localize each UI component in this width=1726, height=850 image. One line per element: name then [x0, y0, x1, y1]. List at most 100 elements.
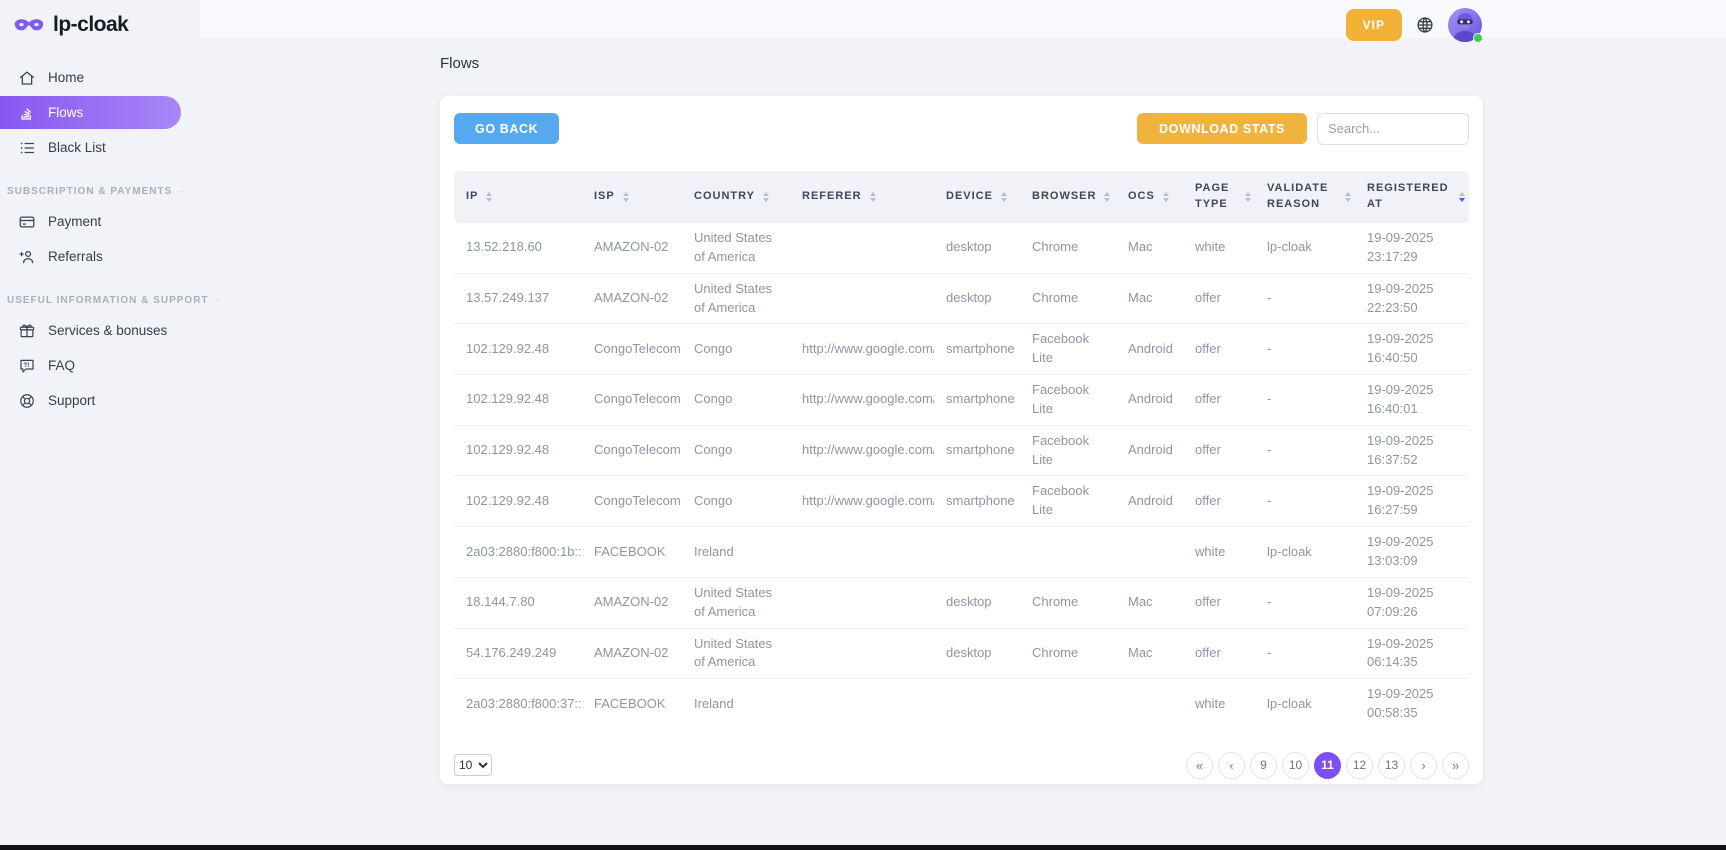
cell-referer: http://www.google.com/: [790, 425, 934, 476]
search-input[interactable]: [1317, 113, 1469, 145]
sort-arrows-icon[interactable]: [1163, 192, 1169, 202]
pagination-last-button[interactable]: »: [1442, 752, 1469, 779]
cell-ip: 102.129.92.48: [454, 375, 582, 426]
cell-browser: Chrome: [1020, 273, 1116, 324]
pagination-next-button[interactable]: ›: [1410, 752, 1437, 779]
sort-arrows-icon[interactable]: [763, 192, 769, 202]
cell-page-type: offer: [1183, 273, 1255, 324]
sidebar-item-payment[interactable]: Payment: [0, 205, 200, 238]
sort-arrows-icon[interactable]: [486, 192, 492, 202]
column-header-validate-reason[interactable]: VALIDATE REASON: [1255, 171, 1355, 223]
column-label: REFERER: [802, 189, 862, 205]
cell-page-type: offer: [1183, 375, 1255, 426]
sidebar-item-support[interactable]: Support: [0, 384, 200, 417]
cell-validate-reason: lp-cloak: [1255, 679, 1355, 729]
card-footer: 10 «‹910111213›»: [454, 752, 1469, 779]
cell-ocs: Mac: [1116, 628, 1183, 679]
pagination-prev-button[interactable]: ‹: [1218, 752, 1245, 779]
cell-country: United States of America: [682, 223, 790, 273]
column-header-page-type[interactable]: PAGE TYPE: [1183, 171, 1255, 223]
cell-device: smartphone: [934, 375, 1020, 426]
sidebar-item-services-bonuses[interactable]: Services & bonuses: [0, 314, 200, 347]
cell-page-type: white: [1183, 679, 1255, 729]
table-row: 18.144.7.80AMAZON-02United States of Ame…: [454, 577, 1469, 628]
cell-registered-at: 19-09-2025 16:37:52: [1355, 425, 1469, 476]
cell-device: smartphone: [934, 425, 1020, 476]
cell-device: smartphone: [934, 476, 1020, 527]
sort-arrows-icon[interactable]: [1245, 192, 1251, 202]
sort-arrows-icon[interactable]: [623, 192, 629, 202]
cell-ocs: Mac: [1116, 273, 1183, 324]
sidebar-item-label: FAQ: [48, 358, 75, 373]
sidebar-item-referrals[interactable]: Referrals: [0, 240, 200, 273]
column-header-ip[interactable]: IP: [454, 171, 582, 223]
sort-arrows-icon[interactable]: [870, 192, 876, 202]
language-globe-button[interactable]: [1415, 15, 1435, 35]
page-size-select[interactable]: 10: [454, 754, 492, 776]
cell-browser: Chrome: [1020, 577, 1116, 628]
sort-arrows-icon[interactable]: [1001, 192, 1007, 202]
cell-browser: Facebook Lite: [1020, 375, 1116, 426]
sidebar-item-black-list[interactable]: Black List: [0, 131, 200, 164]
cell-page-type: offer: [1183, 425, 1255, 476]
cell-registered-at: 19-09-2025 07:09:26: [1355, 577, 1469, 628]
sidebar-item-label: Black List: [48, 140, 106, 155]
flows-icon: [18, 104, 36, 122]
cell-page-type: offer: [1183, 324, 1255, 375]
cell-country: Congo: [682, 425, 790, 476]
cell-ocs: Android: [1116, 324, 1183, 375]
cell-isp: FACEBOOK: [582, 679, 682, 729]
cell-country: Ireland: [682, 527, 790, 578]
pagination-first-button[interactable]: «: [1186, 752, 1213, 779]
pagination-page-11[interactable]: 11: [1314, 752, 1341, 779]
brand-logo[interactable]: lp-cloak: [0, 0, 200, 47]
column-header-device[interactable]: DEVICE: [934, 171, 1020, 223]
cell-page-type: offer: [1183, 577, 1255, 628]
cell-isp: FACEBOOK: [582, 527, 682, 578]
cell-referer: [790, 223, 934, 273]
bottom-strip: [0, 845, 1726, 850]
cell-referer: [790, 577, 934, 628]
cell-browser: Facebook Lite: [1020, 425, 1116, 476]
cell-registered-at: 19-09-2025 16:27:59: [1355, 476, 1469, 527]
cell-ocs: Android: [1116, 425, 1183, 476]
pagination-page-13[interactable]: 13: [1378, 752, 1405, 779]
sidebar-item-faq[interactable]: ?!FAQ: [0, 349, 200, 382]
column-header-browser[interactable]: BROWSER: [1020, 171, 1116, 223]
cell-country: Congo: [682, 476, 790, 527]
sort-arrows-icon[interactable]: [1104, 192, 1110, 202]
column-header-isp[interactable]: ISP: [582, 171, 682, 223]
sort-arrows-icon[interactable]: [1345, 192, 1351, 202]
column-header-ocs[interactable]: OCS: [1116, 171, 1183, 223]
pagination-page-9[interactable]: 9: [1250, 752, 1277, 779]
column-label: ISP: [594, 189, 615, 205]
pagination-page-12[interactable]: 12: [1346, 752, 1373, 779]
cell-browser: [1020, 527, 1116, 578]
sidebar-item-flows[interactable]: Flows: [0, 96, 181, 129]
cell-ip: 2a03:2880:f800:37::: [454, 679, 582, 729]
table-row: 102.129.92.48CongoTelecomCongohttp://www…: [454, 425, 1469, 476]
column-header-country[interactable]: COUNTRY: [682, 171, 790, 223]
sidebar: lp-cloak HomeFlowsBlack ListSUBSCRIPTION…: [0, 0, 200, 850]
sidebar-item-label: Support: [48, 393, 95, 408]
vip-button[interactable]: VIP: [1346, 9, 1402, 41]
column-header-registered-at[interactable]: REGISTERED AT: [1355, 171, 1469, 223]
cell-browser: Facebook Lite: [1020, 476, 1116, 527]
pagination-page-10[interactable]: 10: [1282, 752, 1309, 779]
cell-ocs: Android: [1116, 476, 1183, 527]
go-back-button[interactable]: GO BACK: [454, 113, 559, 144]
cell-ip: 2a03:2880:f800:1b::: [454, 527, 582, 578]
cell-validate-reason: -: [1255, 273, 1355, 324]
sort-arrows-icon[interactable]: [1459, 192, 1465, 202]
download-stats-button[interactable]: DOWNLOAD STATS: [1137, 113, 1307, 144]
sidebar-item-home[interactable]: Home: [0, 61, 200, 94]
cell-browser: Chrome: [1020, 628, 1116, 679]
cell-registered-at: 19-09-2025 16:40:01: [1355, 375, 1469, 426]
table-row: 2a03:2880:f800:37::FACEBOOKIrelandwhitel…: [454, 679, 1469, 729]
cell-ip: 13.57.249.137: [454, 273, 582, 324]
column-label: PAGE TYPE: [1195, 181, 1237, 213]
user-avatar[interactable]: [1448, 8, 1482, 42]
cell-page-type: white: [1183, 527, 1255, 578]
column-header-referer[interactable]: REFERER: [790, 171, 934, 223]
cell-page-type: white: [1183, 223, 1255, 273]
